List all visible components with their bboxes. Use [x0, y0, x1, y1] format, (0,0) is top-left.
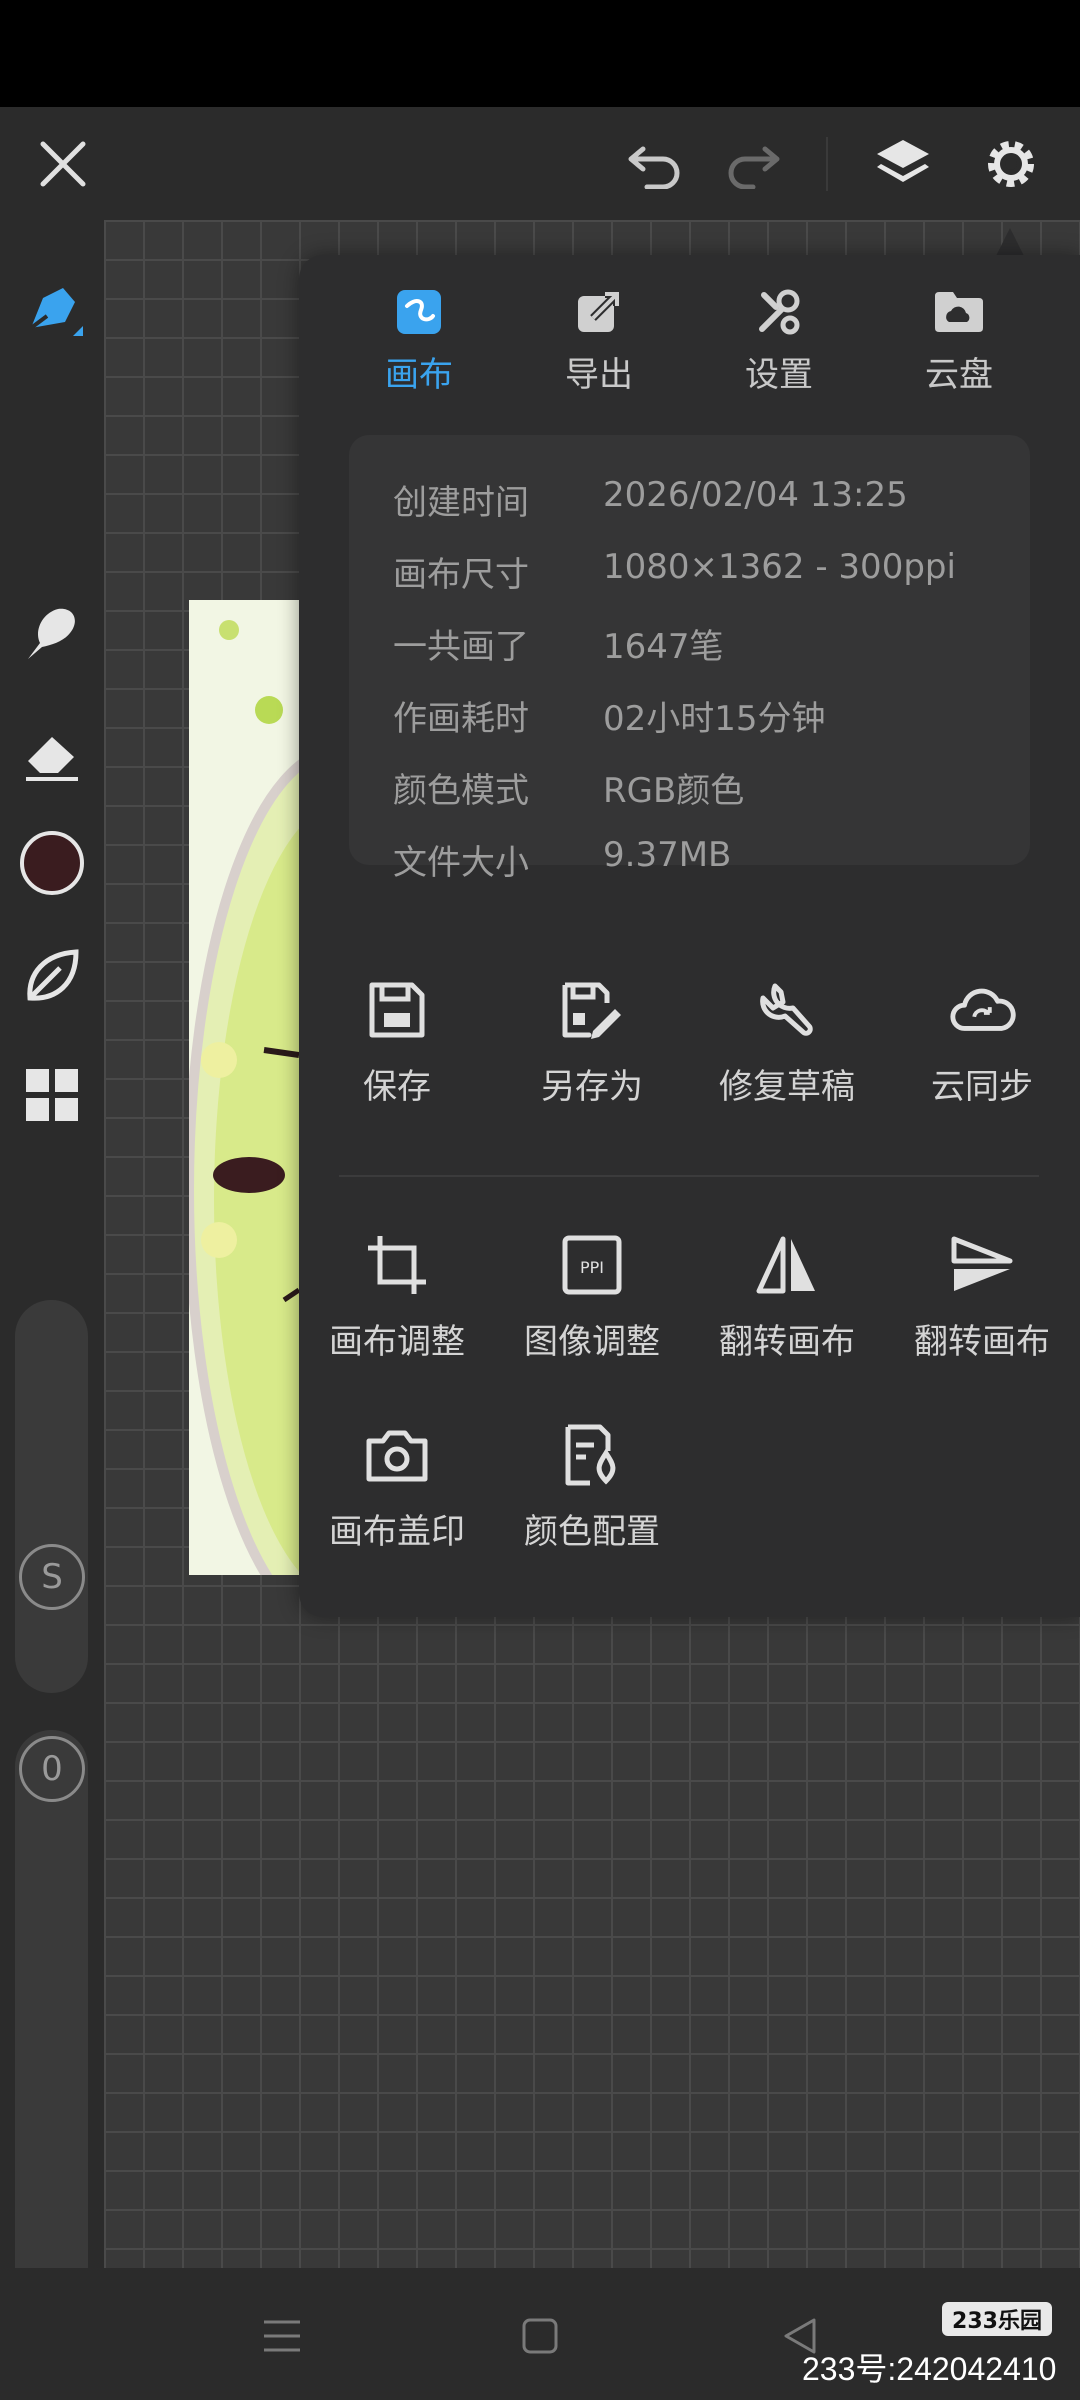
camera-icon [362, 1420, 432, 1490]
canvas-adjust-label: 画布调整 [329, 1322, 465, 1362]
info-value: 02小时15分钟 [603, 699, 826, 739]
menu-icon[interactable] [252, 2306, 312, 2366]
canvas-settings-panel: 画布 导出 设置 云盘 创建时间 2026/02/04 13:25 画布尺寸 108… [299, 255, 1080, 1617]
flip-horizontal-button[interactable]: 翻转画布 [689, 1230, 885, 1390]
export-icon [572, 285, 626, 339]
opacity-knob-label: 0 [41, 1749, 63, 1789]
actions-divider [339, 1175, 1039, 1177]
undo-icon[interactable] [620, 129, 690, 199]
tab-canvas[interactable]: 画布 [329, 285, 509, 405]
watermark-logo: 233乐园 [942, 2302, 1052, 2336]
brush-opacity-slider[interactable] [15, 1730, 88, 2347]
watermark-text: 233号:242042410 [802, 2351, 1057, 2387]
info-key: 颜色模式 [393, 771, 529, 811]
info-value: 1647笔 [603, 627, 724, 667]
canvas-stamp-label: 画布盖印 [329, 1512, 465, 1552]
panel-pointer [996, 228, 1024, 256]
save-label: 保存 [363, 1067, 431, 1107]
redo-icon[interactable] [718, 129, 788, 199]
canvas-icon [392, 285, 446, 339]
info-key: 画布尺寸 [393, 555, 529, 595]
tab-canvas-label: 画布 [385, 355, 453, 395]
brush-size-slider[interactable] [15, 1300, 88, 1693]
left-toolbar: S 0 [0, 220, 104, 2347]
repair-draft-button[interactable]: 修复草稿 [689, 975, 885, 1135]
flip-horizontal-label: 翻转画布 [719, 1322, 855, 1362]
flip-vertical-label: 翻转画布 [914, 1322, 1050, 1362]
cloud-sync-button[interactable]: 云同步 [884, 975, 1080, 1135]
image-adjust-label: 图像调整 [524, 1322, 660, 1362]
color-config-icon [557, 1420, 627, 1490]
pen-icon[interactable] [14, 275, 90, 351]
toolbar-separator [826, 137, 828, 191]
save-icon [362, 975, 432, 1045]
top-toolbar [0, 107, 1080, 220]
info-key: 作画耗时 [393, 699, 529, 739]
grid-icon[interactable] [14, 1057, 90, 1133]
leaf-icon[interactable] [14, 938, 90, 1014]
cloud-folder-icon [932, 285, 986, 339]
size-knob-label: S [41, 1557, 63, 1597]
canvas-adjust-button[interactable]: 画布调整 [299, 1230, 495, 1390]
info-key: 一共画了 [393, 627, 529, 667]
wrench-icon [752, 975, 822, 1045]
opacity-slider-knob[interactable]: 0 [19, 1736, 85, 1802]
image-adjust-button[interactable]: PPI 图像调整 [494, 1230, 690, 1390]
tab-cloud-label: 云盘 [925, 355, 993, 395]
home-icon[interactable] [510, 2306, 570, 2366]
layers-icon[interactable] [868, 129, 938, 199]
info-key: 文件大小 [393, 843, 529, 883]
size-slider-knob[interactable]: S [19, 1544, 85, 1610]
save-button[interactable]: 保存 [299, 975, 495, 1135]
canvas-stamp-button[interactable]: 画布盖印 [299, 1420, 495, 1580]
save-as-label: 另存为 [541, 1067, 643, 1107]
cloud-sync-icon [947, 975, 1017, 1045]
eraser-icon[interactable] [14, 715, 90, 791]
repair-draft-label: 修复草稿 [719, 1067, 855, 1107]
gear-icon[interactable] [976, 129, 1046, 199]
flip-horizontal-icon [752, 1230, 822, 1300]
svg-text:PPI: PPI [580, 1258, 604, 1277]
info-key: 创建时间 [393, 483, 529, 523]
tools-icon [752, 285, 806, 339]
close-icon[interactable] [28, 129, 98, 199]
canvas-info-card: 创建时间 2026/02/04 13:25 画布尺寸 1080×1362 - 300… [349, 435, 1030, 865]
info-value: 2026/02/04 13:25 [603, 475, 908, 515]
save-as-icon [557, 975, 627, 1045]
color-swatch[interactable] [14, 825, 90, 901]
tab-cloud[interactable]: 云盘 [869, 285, 1049, 405]
flip-vertical-icon [947, 1230, 1017, 1300]
tab-settings-label: 设置 [745, 355, 813, 395]
color-config-button[interactable]: 颜色配置 [494, 1420, 690, 1580]
smudge-icon[interactable] [14, 595, 90, 671]
tab-export-label: 导出 [565, 355, 633, 395]
crop-icon [362, 1230, 432, 1300]
info-value: 9.37MB [603, 835, 732, 875]
info-value: 1080×1362 - 300ppi [603, 547, 956, 587]
save-as-button[interactable]: 另存为 [494, 975, 690, 1135]
tab-export[interactable]: 导出 [509, 285, 689, 405]
status-bar [0, 0, 1080, 107]
cloud-sync-label: 云同步 [931, 1067, 1033, 1107]
info-value: RGB颜色 [603, 771, 745, 811]
flip-vertical-button[interactable]: 翻转画布 [884, 1230, 1080, 1390]
ppi-icon: PPI [557, 1230, 627, 1300]
color-config-label: 颜色配置 [524, 1512, 660, 1552]
artwork-canvas[interactable] [189, 600, 299, 1575]
tab-settings[interactable]: 设置 [689, 285, 869, 405]
